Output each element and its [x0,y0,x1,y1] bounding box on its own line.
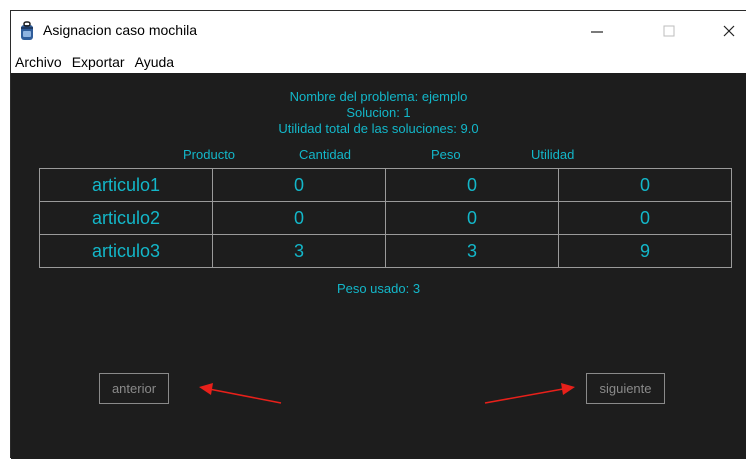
cell-quantity: 0 [212,201,386,235]
cell-product: articulo3 [39,234,213,268]
cell-quantity: 3 [212,234,386,268]
cell-product: articulo2 [39,201,213,235]
total-utility-label: Utilidad total de las soluciones: 9.0 [278,121,479,136]
cell-utility: 0 [558,168,732,202]
menu-archivo[interactable]: Archivo [11,54,68,70]
close-icon [723,25,735,37]
cell-weight: 3 [385,234,559,268]
cell-utility: 0 [558,201,732,235]
title-bar[interactable]: Asignacion caso mochila [11,11,746,51]
cell-product: articulo1 [39,168,213,202]
solution-label: Solucion: 1 [346,105,411,120]
previous-button[interactable]: anterior [99,373,169,404]
maximize-icon [663,25,675,37]
cell-quantity: 0 [212,168,386,202]
menu-bar: Archivo Exportar Ayuda [11,51,746,73]
maximize-button[interactable] [647,15,691,47]
table-row: articulo2 0 0 0 [39,201,732,235]
menu-exportar[interactable]: Exportar [68,54,131,70]
table-row: articulo1 0 0 0 [39,168,732,202]
arrow-left-annotation-icon [199,383,282,404]
cell-utility: 9 [558,234,732,268]
arrow-right-annotation-icon [484,383,575,404]
menu-ayuda[interactable]: Ayuda [131,54,180,70]
cell-weight: 0 [385,168,559,202]
minimize-icon [591,31,603,33]
app-window: Asignacion caso mochila Archivo Exportar… [10,10,746,459]
window-title: Asignacion caso mochila [43,22,198,38]
table-row: articulo3 3 3 9 [39,234,732,268]
cell-weight: 0 [385,201,559,235]
header-cantidad: Cantidad [299,147,352,162]
close-button[interactable] [707,15,746,47]
main-panel: Nombre del problema: ejemplo Solucion: 1… [11,73,746,459]
results-table: articulo1 0 0 0 articulo2 0 0 0 articulo… [39,168,732,268]
backpack-icon [21,21,33,40]
problem-name-label: Nombre del problema: ejemplo [289,89,468,104]
header-utilidad: Utilidad [531,147,575,162]
header-producto: Producto [183,147,236,162]
minimize-button[interactable] [575,15,619,47]
header-peso: Peso [431,147,461,162]
next-button[interactable]: siguiente [586,373,665,404]
weight-used-label: Peso usado: 3 [336,281,421,296]
